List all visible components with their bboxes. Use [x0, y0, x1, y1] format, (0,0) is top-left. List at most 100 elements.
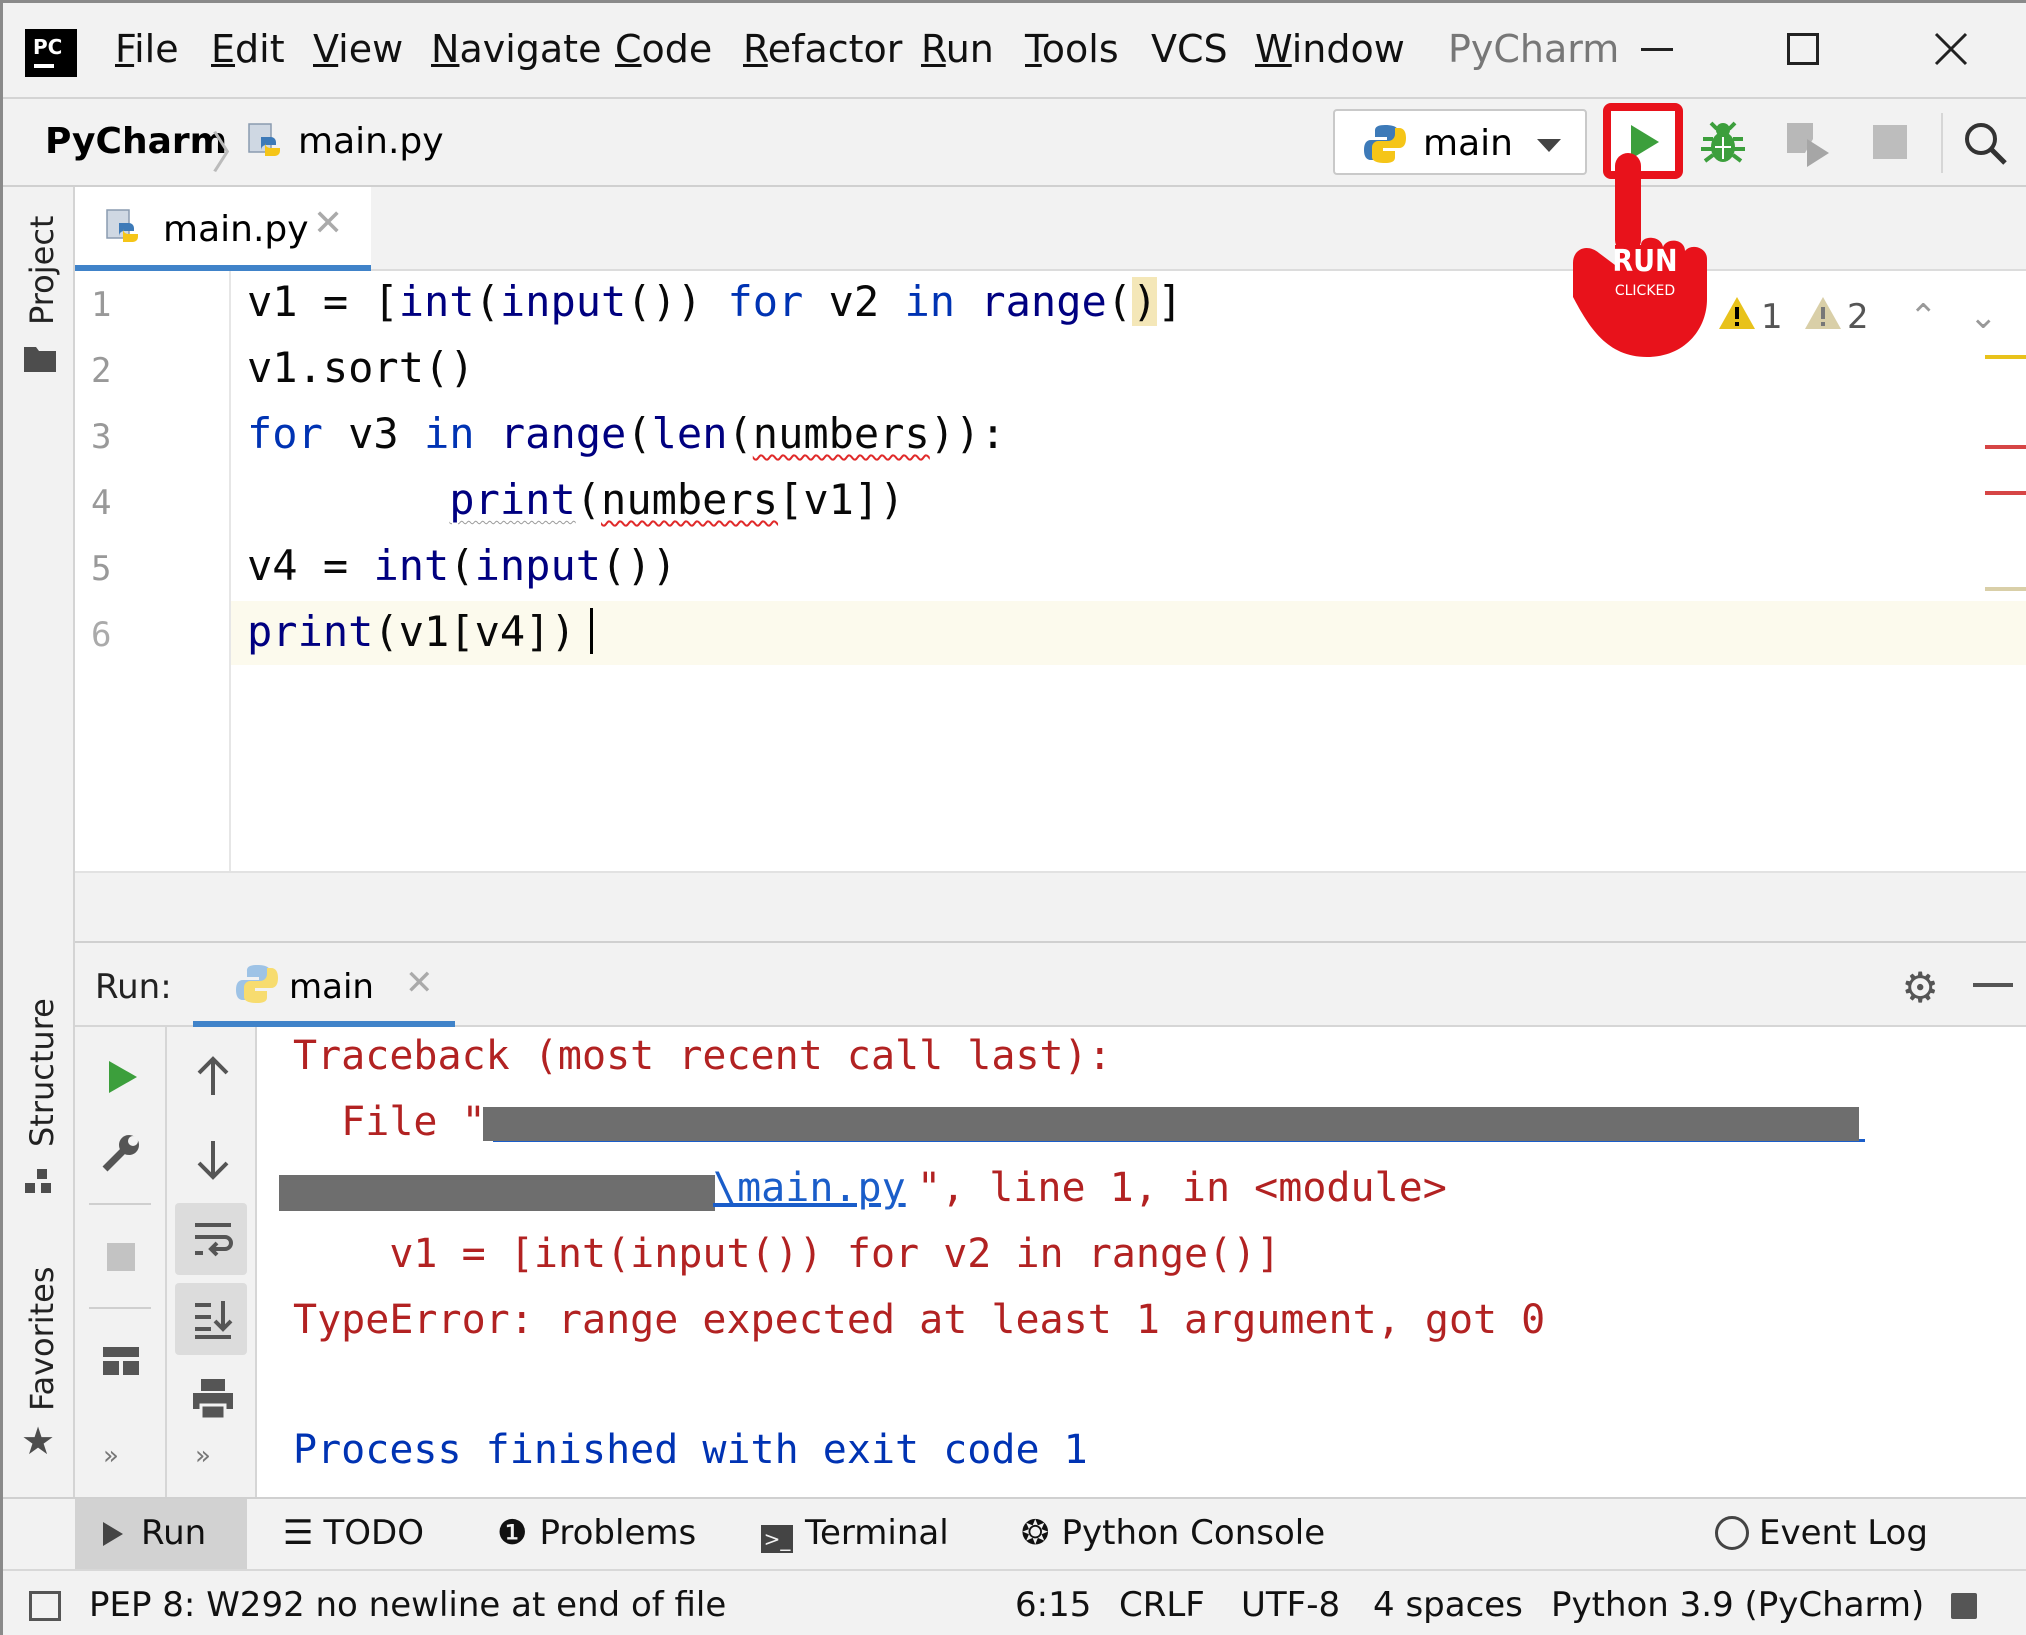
menu-navigate[interactable]: Navigate: [431, 27, 601, 71]
menu-code[interactable]: Code: [615, 27, 712, 71]
hide-panel-icon[interactable]: [1973, 983, 2013, 987]
edit-config-button[interactable]: [97, 1129, 145, 1177]
breadcrumb-project[interactable]: PyCharm: [45, 121, 227, 162]
more-actions-icon[interactable]: »: [103, 1441, 119, 1471]
gear-icon[interactable]: ⚙: [1901, 963, 1939, 1012]
code-line-4: print(numbers[v1]): [449, 475, 905, 524]
run-console-output[interactable]: Traceback (most recent call last): File …: [257, 1027, 2026, 1497]
maximize-button[interactable]: [1773, 19, 1833, 79]
menu-window[interactable]: Window: [1255, 27, 1405, 71]
more-actions-icon[interactable]: »: [195, 1441, 211, 1471]
menu-edit[interactable]: Edit: [211, 27, 285, 71]
ide-window: PC File Edit View Navigate Code Refactor…: [0, 0, 2026, 1635]
python-console-icon: ❂: [1021, 1513, 1050, 1553]
error-stripe-error-marker[interactable]: [1985, 445, 2026, 449]
search-everywhere-button[interactable]: [1959, 117, 2011, 169]
weak-warning-count[interactable]: 2: [1847, 297, 1869, 337]
scroll-down-button[interactable]: [189, 1135, 237, 1183]
line-number: 4: [91, 483, 112, 523]
console-error-line: TypeError: range expected at least 1 arg…: [293, 1297, 1546, 1343]
tool-window-bar: Run ☰ TODO ❶ Problems >_ Terminal ❂ Python C…: [3, 1497, 2026, 1571]
menu-file[interactable]: File: [115, 27, 179, 71]
problems-tool-button[interactable]: ❶ Problems: [497, 1513, 696, 1553]
project-panel-toggle[interactable]: Project: [23, 216, 61, 325]
code-line-6: print(v1[v4]): [247, 607, 593, 656]
editor-bottom-area: [75, 871, 2026, 943]
line-separator[interactable]: CRLF: [1119, 1585, 1205, 1625]
coverage-button[interactable]: [1781, 117, 1833, 169]
event-log-tool-button[interactable]: Event Log: [1715, 1513, 1928, 1553]
structure-panel-toggle[interactable]: Structure: [23, 998, 61, 1147]
lock-icon[interactable]: [1951, 1593, 1977, 1619]
next-highlight-icon[interactable]: ⌄: [1969, 297, 1998, 337]
error-stripe-error-marker[interactable]: [1985, 491, 2026, 495]
favorites-panel-toggle[interactable]: Favorites: [23, 1266, 61, 1411]
previous-highlight-icon[interactable]: ⌃: [1909, 297, 1938, 337]
status-toggle-icon[interactable]: [29, 1591, 61, 1621]
rerun-button[interactable]: [97, 1053, 145, 1101]
close-icon: [1934, 32, 1968, 66]
console-code-line: v1 = [int(input()) for v2 in range()]: [293, 1231, 1281, 1277]
run-tab-main[interactable]: main ✕: [193, 943, 455, 1027]
wrench-icon: [102, 1135, 139, 1172]
run-with-coverage-icon: [1787, 123, 1829, 167]
run-actions-toolbar: »: [75, 1027, 167, 1497]
annotation-line-2: CLICKED: [1615, 283, 1675, 299]
stop-icon: [1873, 125, 1907, 159]
minimize-icon: [1641, 47, 1673, 51]
python-console-tool-button[interactable]: ❂ Python Console: [1021, 1513, 1325, 1553]
tab-main-py[interactable]: main.py ✕: [75, 187, 371, 271]
menu-refactor[interactable]: Refactor: [743, 27, 902, 71]
problems-label: Problems: [539, 1513, 697, 1553]
file-link[interactable]: \main.py: [713, 1165, 906, 1211]
caret-position[interactable]: 6:15: [1015, 1585, 1091, 1625]
logo-text: PC: [33, 35, 63, 59]
event-log-icon: [1715, 1516, 1749, 1550]
breadcrumb-file[interactable]: main.py: [298, 121, 444, 162]
run-tool-button[interactable]: Run: [103, 1513, 206, 1553]
warning-icon: [1719, 297, 1755, 329]
todo-label: TODO: [323, 1513, 424, 1553]
status-bar: PEP 8: W292 no newline at end of file 6:…: [3, 1569, 2026, 1635]
close-tab-icon[interactable]: ✕: [313, 203, 343, 244]
scroll-up-button[interactable]: [189, 1053, 237, 1101]
search-icon: [1965, 123, 2007, 165]
menu-vcs[interactable]: VCS: [1151, 27, 1228, 71]
play-icon: [109, 1061, 137, 1093]
run-tool-label: Run: [141, 1513, 207, 1553]
status-message[interactable]: PEP 8: W292 no newline at end of file: [89, 1585, 726, 1625]
line-number-gutter: 1 2 3 4 5 6: [75, 271, 231, 871]
menu-view[interactable]: View: [313, 27, 403, 71]
python-file-icon: [106, 209, 138, 242]
todo-tool-button[interactable]: ☰ TODO: [283, 1513, 424, 1553]
stop-run-button[interactable]: [97, 1233, 145, 1281]
soft-wrap-icon: [195, 1223, 233, 1257]
scroll-to-end-button[interactable]: [189, 1295, 237, 1343]
structure-icon: [25, 1169, 51, 1193]
menu-run[interactable]: Run: [921, 27, 994, 71]
stop-button[interactable]: [1865, 117, 1917, 169]
run-clicked-annotation: RUN CLICKED: [1573, 153, 1707, 357]
event-log-label: Event Log: [1759, 1513, 1928, 1553]
minimize-button[interactable]: [1627, 19, 1687, 79]
error-stripe-warning-marker[interactable]: [1985, 355, 2026, 359]
run-tab-label: main: [289, 967, 374, 1007]
file-encoding[interactable]: UTF-8: [1241, 1585, 1340, 1625]
error-stripe-weak-marker[interactable]: [1985, 587, 2026, 591]
indent-setting[interactable]: 4 spaces: [1373, 1585, 1523, 1625]
menu-tools[interactable]: Tools: [1025, 27, 1119, 71]
close-tab-icon[interactable]: ✕: [405, 963, 434, 1003]
close-window-button[interactable]: [1921, 19, 1981, 79]
print-button[interactable]: [189, 1375, 237, 1423]
code-editor[interactable]: 1 2 3 4 5 6 v1 = [int(input()) for v2 in…: [75, 271, 2026, 871]
soft-wrap-button[interactable]: [189, 1215, 237, 1263]
restore-layout-button[interactable]: [97, 1337, 145, 1385]
redacted-path: [483, 1107, 1859, 1141]
interpreter-selector[interactable]: Python 3.9 (PyCharm): [1551, 1585, 1924, 1625]
warning-count[interactable]: 1: [1761, 297, 1783, 337]
terminal-tool-button[interactable]: >_ Terminal: [761, 1513, 949, 1553]
code-line-1: v1 = [int(input()) for v2 in range()]: [247, 277, 1183, 326]
run-configuration-dropdown[interactable]: main: [1333, 109, 1587, 175]
line-number: 5: [91, 549, 112, 589]
run-tool-window-header: Run: main ✕ ⚙: [75, 943, 2026, 1027]
